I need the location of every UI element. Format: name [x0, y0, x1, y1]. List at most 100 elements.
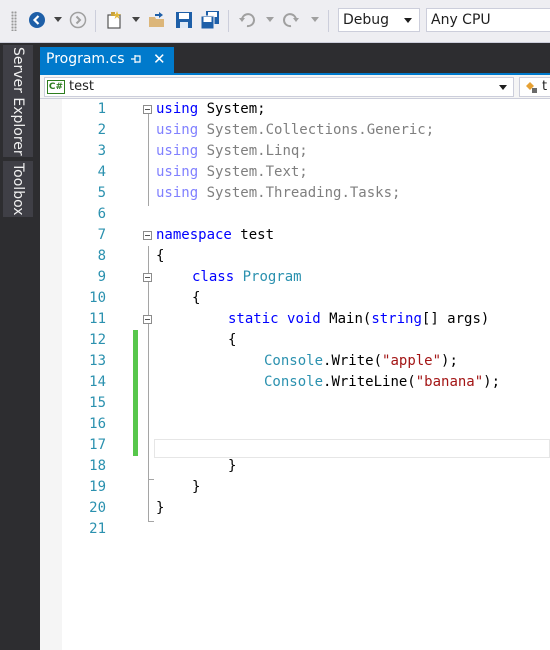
code-text[interactable]: {: [192, 288, 200, 309]
server-explorer-label: Server Explorer: [10, 46, 26, 156]
project-dropdown[interactable]: C# test: [44, 77, 514, 97]
close-tab-icon[interactable]: ✕: [153, 50, 166, 68]
tab-program-cs[interactable]: Program.cs ✕: [40, 47, 174, 73]
chevron-down-icon: [499, 85, 507, 90]
type-dropdown[interactable]: t: [519, 77, 550, 97]
line-number: 4: [97, 164, 106, 180]
code-text[interactable]: using System.Linq;: [156, 141, 308, 162]
class-icon: [524, 80, 538, 97]
code-line: 21: [40, 519, 550, 540]
code-text[interactable]: {: [228, 330, 236, 351]
solution-platform-dropdown[interactable]: Any CPU: [426, 8, 550, 32]
code-editor[interactable]: 1 using System; 2 using System.Collectio…: [40, 99, 550, 650]
server-explorer-tab[interactable]: Server Explorer: [3, 45, 33, 157]
code-line: 20 }: [40, 498, 550, 519]
line-number: 9: [97, 269, 106, 285]
code-line: 7 namespace test: [40, 225, 550, 246]
code-line: 11 static void Main(string[] args): [40, 309, 550, 330]
line-number: 16: [89, 416, 106, 432]
toolbar-separator: [95, 10, 96, 32]
redo-dropdown-icon[interactable]: [311, 17, 319, 22]
line-number: 20: [89, 500, 106, 516]
standard-toolbar: Debug Any CPU: [0, 0, 550, 43]
line-number: 2: [97, 122, 106, 138]
collapse-icon[interactable]: [143, 273, 152, 282]
code-line: 8 {: [40, 246, 550, 267]
navigation-bar: C# test t: [40, 75, 550, 99]
undo-dropdown-icon[interactable]: [266, 17, 274, 22]
line-number: 5: [97, 185, 106, 201]
changed-line-marker: [133, 330, 138, 351]
solution-configuration-value: Debug: [343, 12, 390, 28]
navigate-forward-icon[interactable]: [67, 9, 89, 31]
collapse-icon[interactable]: [143, 105, 152, 114]
code-text[interactable]: namespace test: [156, 225, 274, 246]
line-number: 21: [89, 521, 106, 537]
code-line: 16: [40, 414, 550, 435]
code-line: 18 }: [40, 456, 550, 477]
save-icon[interactable]: [173, 9, 195, 31]
code-line: 14 Console.WriteLine("banana");: [40, 372, 550, 393]
code-text[interactable]: }: [192, 477, 200, 498]
code-line: 13 Console.Write("apple");: [40, 351, 550, 372]
undo-icon[interactable]: [236, 9, 258, 31]
code-text[interactable]: Console.Write("apple");: [264, 351, 458, 372]
code-line: 2 using System.Collections.Generic;: [40, 120, 550, 141]
line-number: 7: [97, 227, 106, 243]
collapse-icon[interactable]: [143, 315, 152, 324]
code-text[interactable]: using System.Text;: [156, 162, 308, 183]
new-project-icon[interactable]: [104, 9, 126, 31]
code-line: 15: [40, 393, 550, 414]
toolbar-separator: [228, 10, 229, 32]
code-text[interactable]: using System.Threading.Tasks;: [156, 183, 400, 204]
changed-line-marker: [133, 435, 138, 456]
code-line: 5 using System.Threading.Tasks;: [40, 183, 550, 204]
code-line: 17: [40, 435, 550, 456]
code-text[interactable]: {: [156, 246, 164, 267]
toolbar-separator: [328, 10, 329, 32]
chevron-down-icon: [404, 18, 412, 23]
type-name: t: [542, 79, 548, 94]
code-text[interactable]: }: [156, 498, 164, 519]
code-text[interactable]: static void Main(string[] args): [228, 309, 489, 330]
changed-line-marker: [133, 393, 138, 414]
save-all-icon[interactable]: [199, 9, 221, 31]
code-line: 1 using System;: [40, 99, 550, 120]
toolbar-grip[interactable]: [11, 11, 17, 31]
solution-platform-value: Any CPU: [431, 12, 491, 28]
redo-icon[interactable]: [280, 9, 302, 31]
toolbox-tab[interactable]: Toolbox: [3, 161, 33, 217]
code-text[interactable]: class Program: [192, 267, 302, 288]
code-text[interactable]: using System.Collections.Generic;: [156, 120, 434, 141]
line-number: 17: [89, 437, 106, 453]
line-number: 15: [89, 395, 106, 411]
code-line: 4 using System.Text;: [40, 162, 550, 183]
toolbox-label: Toolbox: [10, 162, 26, 216]
line-number: 6: [97, 206, 106, 222]
pin-tab-icon[interactable]: [130, 53, 142, 69]
code-line: 19 }: [40, 477, 550, 498]
code-line: 6: [40, 204, 550, 225]
code-text[interactable]: }: [228, 456, 236, 477]
code-text[interactable]: using System;: [156, 99, 266, 120]
line-number: 11: [89, 311, 106, 327]
navigate-back-dropdown-icon[interactable]: [54, 17, 62, 22]
new-project-dropdown-icon[interactable]: [132, 17, 140, 22]
line-number: 12: [89, 332, 106, 348]
line-number: 19: [89, 479, 106, 495]
open-file-icon[interactable]: [146, 9, 168, 31]
side-tool-panel: Server Explorer Toolbox: [0, 43, 40, 650]
tab-title: Program.cs: [46, 51, 125, 67]
csharp-project-icon: C#: [47, 80, 65, 94]
navigate-back-icon[interactable]: [26, 9, 48, 31]
line-number: 14: [89, 374, 106, 390]
code-line: 3 using System.Linq;: [40, 141, 550, 162]
code-text[interactable]: Console.WriteLine("banana");: [264, 372, 500, 393]
code-line: 9 class Program: [40, 267, 550, 288]
line-number: 1: [97, 101, 106, 117]
line-number: 13: [89, 353, 106, 369]
line-number: 3: [97, 143, 106, 159]
solution-configuration-dropdown[interactable]: Debug: [338, 8, 420, 32]
collapse-icon[interactable]: [143, 231, 152, 240]
code-line: 10 {: [40, 288, 550, 309]
